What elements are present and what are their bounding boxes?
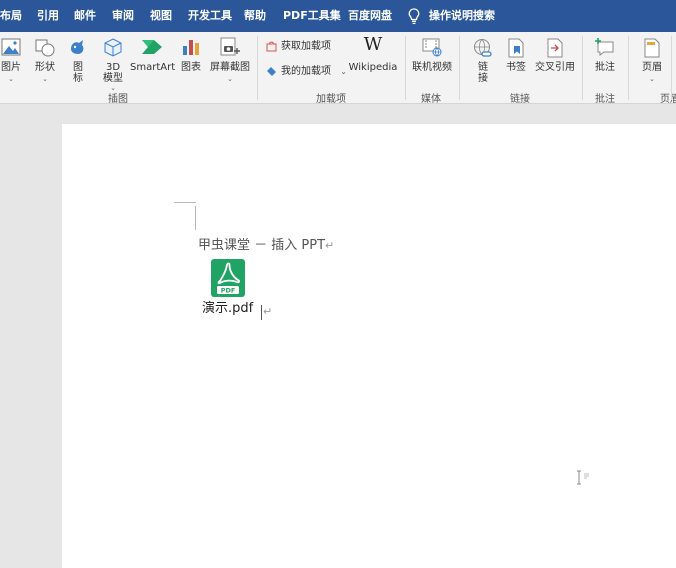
addins-group-label: 加载项: [316, 94, 346, 105]
link-label: 链 接: [470, 62, 496, 84]
header-button[interactable]: 页眉 ⌄: [637, 32, 667, 90]
icons-label: 图 标: [64, 62, 92, 84]
picture-icon: [1, 38, 21, 56]
tab-references[interactable]: 引用: [37, 0, 59, 32]
tab-layout[interactable]: 布局: [0, 0, 22, 32]
chart-label: 图表: [181, 62, 201, 73]
3d-models-button[interactable]: 3D 模型 ⌄: [98, 32, 128, 92]
lightbulb-icon: [408, 8, 420, 25]
3d-label-line1: 3D: [105, 62, 121, 73]
tab-mailings[interactable]: 邮件: [74, 0, 96, 32]
get-addins-button[interactable]: 获取加载项: [266, 40, 331, 54]
comment-label: 批注: [595, 62, 615, 73]
header-footer-group-label: 页眉: [660, 94, 676, 105]
screenshot-label: 屏幕截图: [210, 62, 250, 73]
bookmark-label: 书签: [506, 62, 526, 73]
cross-reference-label: 交叉引用: [535, 62, 575, 73]
screenshot-dropdown-icon: ⌄: [227, 75, 233, 83]
smartart-icon: [142, 40, 162, 54]
cross-reference-icon: [547, 38, 563, 58]
get-addins-label: 获取加载项: [281, 41, 331, 52]
margin-crop-mark: [195, 206, 196, 230]
text-cursor: [261, 305, 262, 320]
picture-dropdown-icon: ⌄: [8, 75, 14, 83]
link-button[interactable]: 链 接: [470, 32, 496, 90]
pdf-attachment-name: 演示.pdf: [202, 301, 254, 316]
my-addins-dropdown-icon: ⌄: [340, 67, 347, 76]
shapes-dropdown-icon: ⌄: [42, 75, 48, 83]
new-comment-icon: [595, 38, 614, 56]
3d-label-line2: 模型: [103, 73, 123, 84]
ribbon-separator: [405, 36, 406, 100]
link-globe-icon: [474, 39, 492, 57]
links-group-label: 链接: [510, 94, 530, 105]
ibeam-cursor-icon: [577, 470, 589, 485]
store-icon: [266, 41, 277, 51]
document-page[interactable]: 甲虫课堂 － 插入 PPT↵ PDF 演示.pdf ↵: [62, 124, 676, 568]
tab-review[interactable]: 审阅: [112, 0, 134, 32]
online-video-button[interactable]: 联机视频: [410, 32, 454, 90]
online-video-label: 联机视频: [412, 62, 452, 73]
icons-button[interactable]: 图 标: [64, 32, 92, 90]
picture-button[interactable]: 图片 ⌄: [0, 32, 22, 90]
bookmark-icon: [508, 38, 524, 58]
tab-baidu-netdisk[interactable]: 百度网盘: [348, 0, 392, 32]
ribbon-separator: [459, 36, 460, 100]
media-group-label: 媒体: [421, 94, 441, 105]
link-label-line1: 链: [478, 62, 488, 73]
tab-view[interactable]: 视图: [150, 0, 172, 32]
3d-models-label: 3D 模型: [98, 62, 128, 84]
online-video-icon: [422, 38, 442, 57]
illustrations-group-label: 插图: [108, 94, 128, 105]
ribbon: 图片 ⌄ 形状 ⌄ 图 标 3D 模型 ⌄ SmartArt 图表 屏幕截图 ⌄…: [0, 32, 676, 105]
margin-crop-mark: [174, 202, 196, 203]
document-title-text: 甲虫课堂 － 插入 PPT: [198, 238, 326, 253]
smartart-label: SmartArt: [130, 62, 176, 73]
ribbon-separator: [257, 36, 258, 100]
ribbon-separator: [628, 36, 629, 100]
my-addins-icon: [267, 66, 276, 76]
new-comment-button[interactable]: 批注: [590, 32, 620, 90]
header-dropdown-icon: ⌄: [649, 75, 655, 83]
pdf-file-icon[interactable]: PDF: [211, 259, 245, 297]
wikipedia-label: Wikipedia: [348, 62, 398, 73]
comments-group-label: 批注: [595, 94, 615, 105]
paragraph-mark-icon: ↵: [263, 305, 273, 318]
screenshot-icon: [220, 37, 240, 56]
pdf-icon-text: PDF: [221, 287, 236, 295]
chart-button[interactable]: 图表: [178, 32, 204, 90]
tab-pdf-tools[interactable]: PDF工具集: [283, 0, 341, 32]
ribbon-separator: [582, 36, 583, 100]
paragraph-mark-icon: ↵: [325, 239, 335, 252]
wikipedia-button[interactable]: W Wikipedia: [348, 32, 398, 90]
tab-help[interactable]: 帮助: [244, 0, 266, 32]
icons-label-line1: 图: [73, 62, 83, 73]
3d-cube-icon: [104, 38, 122, 57]
document-title-paragraph[interactable]: 甲虫课堂 － 插入 PPT↵: [198, 234, 334, 253]
cross-reference-button[interactable]: 交叉引用: [533, 32, 577, 90]
my-addins-label: 我的加载项: [281, 66, 331, 77]
bookmark-button[interactable]: 书签: [502, 32, 530, 90]
link-label-line2: 接: [478, 73, 488, 84]
ribbon-separator: [671, 36, 672, 100]
tell-me-search[interactable]: 操作说明搜索: [429, 0, 495, 32]
smartart-button[interactable]: SmartArt: [130, 32, 176, 90]
menu-bar: 布局 引用 邮件 审阅 视图 开发工具 帮助 PDF工具集 百度网盘 操作说明搜…: [0, 0, 676, 32]
icons-label-line2: 标: [73, 73, 83, 84]
screenshot-button[interactable]: 屏幕截图 ⌄: [207, 32, 253, 90]
icons-icon: [71, 40, 84, 54]
shapes-label: 形状: [35, 62, 55, 73]
header-label: 页眉: [642, 62, 662, 73]
wikipedia-icon: W: [363, 34, 383, 55]
chart-icon: [183, 40, 199, 55]
shapes-button[interactable]: 形状 ⌄: [30, 32, 60, 90]
tab-developer[interactable]: 开发工具: [188, 0, 232, 32]
header-icon: [644, 38, 660, 58]
shapes-icon: [35, 39, 55, 57]
my-addins-button[interactable]: 我的加载项 ⌄: [266, 65, 347, 79]
picture-label: 图片: [1, 62, 21, 73]
